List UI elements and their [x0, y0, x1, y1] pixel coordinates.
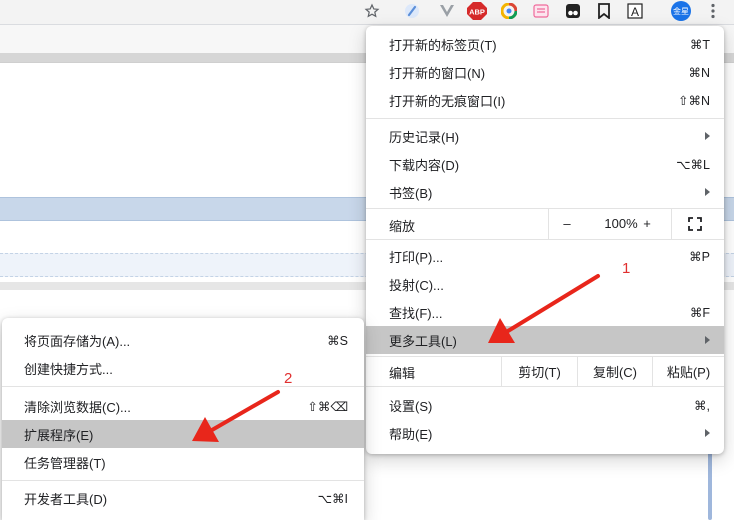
- annotation-arrow-2: [192, 390, 280, 442]
- annotation-number-1: 1: [622, 260, 631, 277]
- annotation-number-2: 2: [284, 370, 293, 387]
- annotation-arrow-1: [488, 274, 600, 343]
